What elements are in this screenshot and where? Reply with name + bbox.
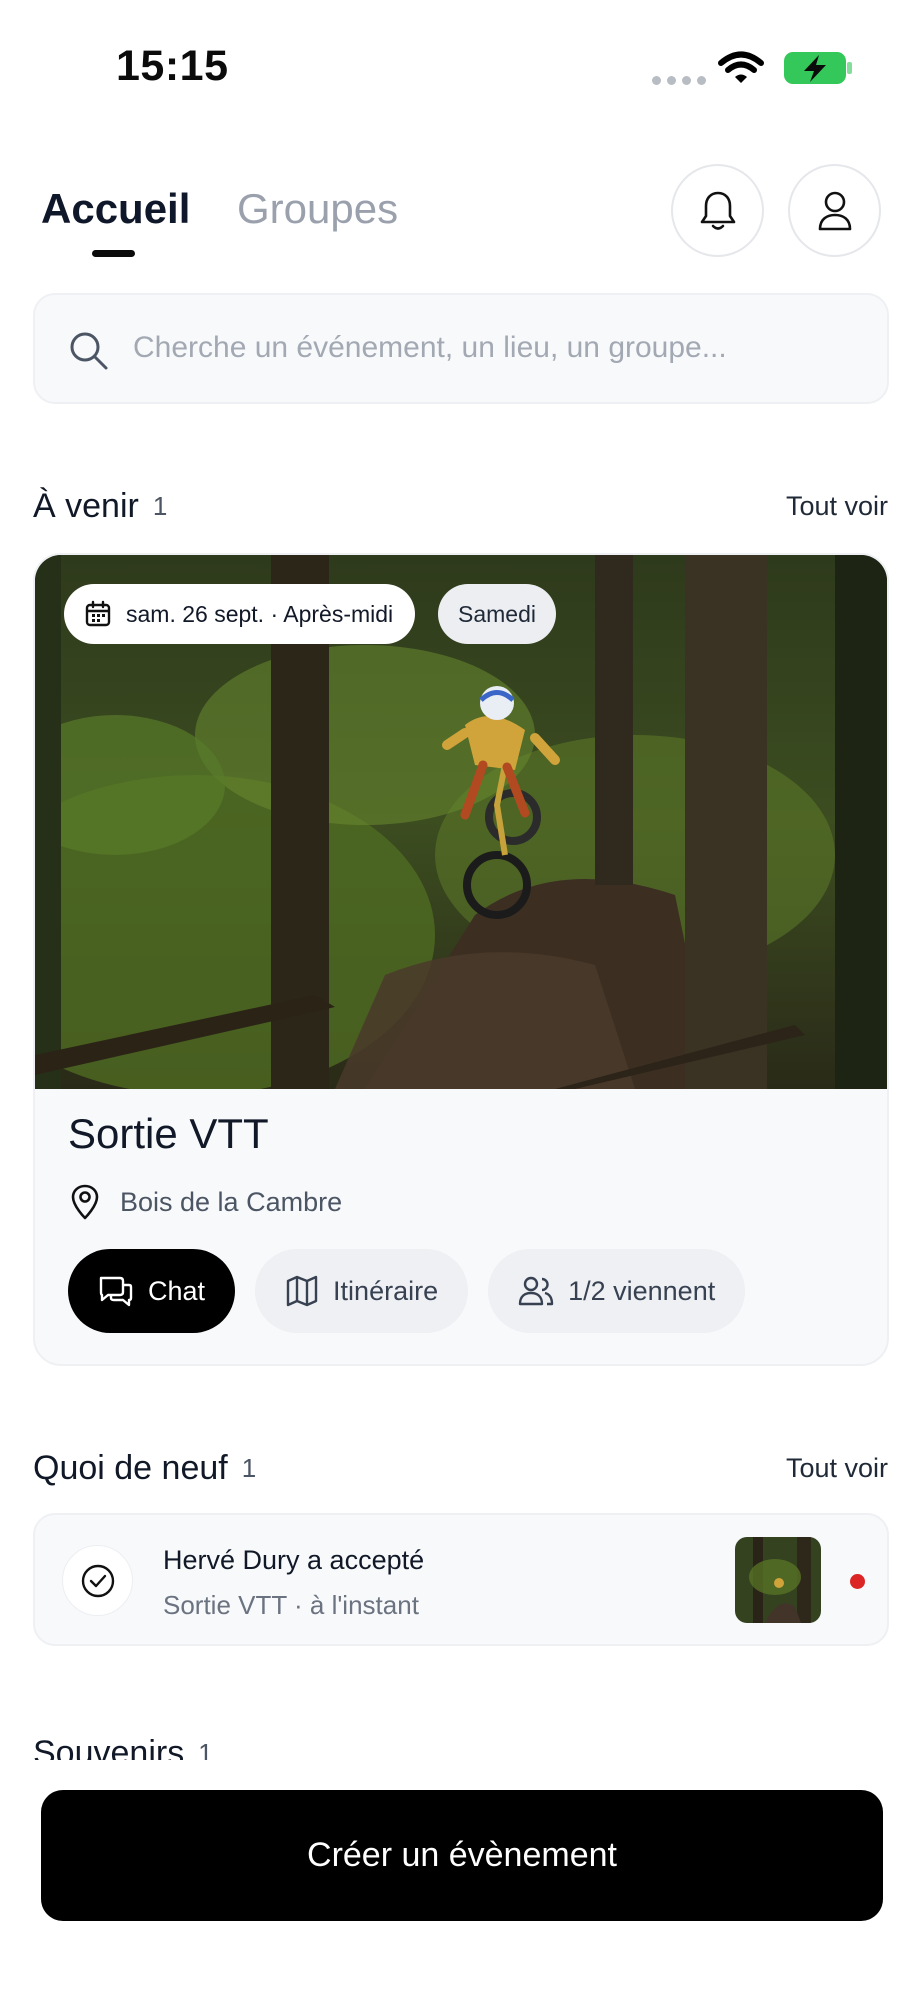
event-card[interactable]: sam. 26 sept. · Après-midi Samedi Sortie… bbox=[33, 553, 889, 1366]
section-count: 1 bbox=[241, 1453, 257, 1483]
profile-button[interactable] bbox=[788, 164, 881, 257]
chat-button-label: Chat bbox=[148, 1275, 206, 1306]
see-all-upcoming-link[interactable]: Tout voir bbox=[786, 491, 888, 522]
event-date-chip: sam. 26 sept. · Après-midi bbox=[64, 584, 416, 644]
event-photo: sam. 26 sept. · Après-midi Samedi bbox=[35, 555, 887, 1089]
event-date-text: sam. 26 sept. · Après-midi bbox=[126, 600, 394, 627]
event-location-text: Bois de la Cambre bbox=[120, 1186, 343, 1217]
event-day-chip: Samedi bbox=[438, 584, 556, 644]
news-item-subtitle: Sortie VTT · à l'instant bbox=[163, 1590, 419, 1620]
bell-icon bbox=[700, 191, 735, 230]
attendance-button[interactable]: 1/2 viennent bbox=[488, 1249, 746, 1333]
cellular-signal-icon bbox=[652, 76, 706, 85]
news-list-item[interactable]: Hervé Dury a accepté Sortie VTT · à l'in… bbox=[33, 1513, 889, 1646]
search-input[interactable]: Cherche un événement, un lieu, un groupe… bbox=[33, 293, 889, 404]
battery-charging-icon bbox=[784, 52, 852, 84]
user-icon bbox=[818, 191, 851, 230]
search-placeholder: Cherche un événement, un lieu, un groupe… bbox=[133, 331, 727, 364]
route-button-label: Itinéraire bbox=[333, 1275, 439, 1306]
section-count: 1 bbox=[198, 1738, 213, 1760]
active-tab-indicator bbox=[92, 250, 135, 257]
section-title-text: Quoi de neuf bbox=[33, 1449, 228, 1487]
see-all-news-link[interactable]: Tout voir bbox=[786, 1453, 888, 1484]
location-pin-icon bbox=[71, 1184, 99, 1220]
calendar-icon bbox=[85, 600, 111, 627]
map-icon bbox=[286, 1275, 318, 1307]
news-item-thumbnail bbox=[735, 1537, 821, 1623]
section-title-upcoming: À venir 1 bbox=[33, 487, 167, 526]
check-circle-icon bbox=[62, 1545, 133, 1616]
event-location: Bois de la Cambre bbox=[68, 1184, 342, 1220]
status-bar: 15:15 bbox=[0, 0, 923, 130]
status-time: 15:15 bbox=[116, 42, 229, 90]
notifications-button[interactable] bbox=[671, 164, 764, 257]
tab-groups[interactable]: Groupes bbox=[237, 185, 398, 233]
section-title-text: À venir bbox=[33, 487, 139, 525]
event-title: Sortie VTT bbox=[68, 1110, 269, 1157]
wifi-icon bbox=[718, 51, 764, 83]
route-button[interactable]: Itinéraire bbox=[255, 1249, 469, 1333]
section-title-text: Souvenirs bbox=[33, 1734, 185, 1760]
attendance-button-label: 1/2 viennent bbox=[568, 1275, 716, 1306]
section-title-souvenirs: Souvenirs 1 bbox=[33, 1730, 213, 1760]
news-item-title: Hervé Dury a accepté bbox=[163, 1545, 425, 1575]
chat-button[interactable]: Chat bbox=[68, 1249, 236, 1333]
section-count: 1 bbox=[152, 491, 168, 521]
create-event-button[interactable]: Créer un évènement bbox=[41, 1790, 883, 1921]
section-title-news: Quoi de neuf 1 bbox=[33, 1449, 256, 1488]
event-actions: Chat Itinéraire 1/2 viennent bbox=[68, 1249, 746, 1333]
search-icon bbox=[70, 332, 108, 370]
unread-dot bbox=[850, 1574, 865, 1589]
chat-bubbles-icon bbox=[99, 1276, 133, 1307]
tab-home[interactable]: Accueil bbox=[41, 185, 190, 233]
users-icon bbox=[518, 1276, 554, 1306]
